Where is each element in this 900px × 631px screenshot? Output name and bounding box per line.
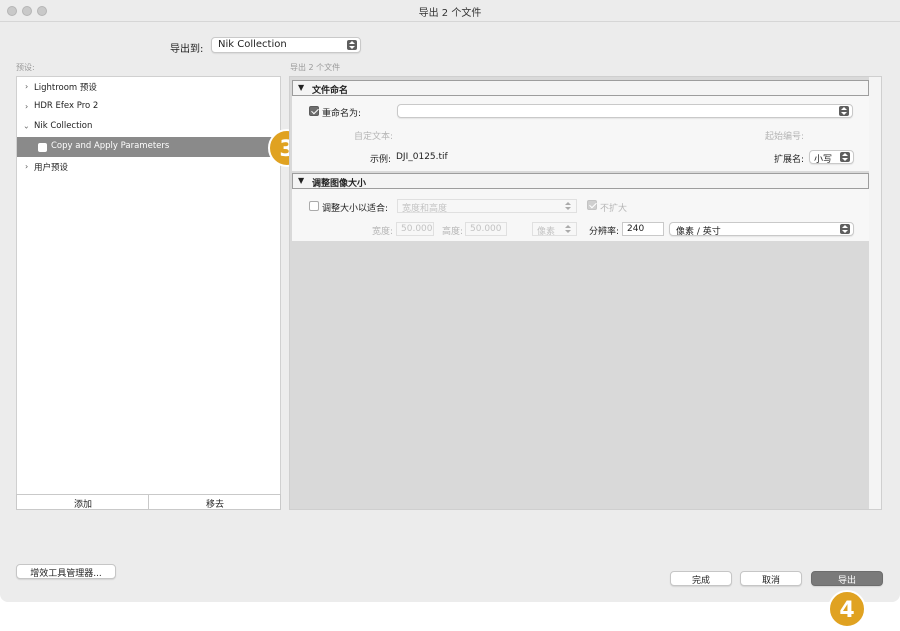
cancel-label: 取消 <box>761 576 780 586</box>
presets-header: 预设: <box>16 63 35 72</box>
cancel-button[interactable]: 取消 <box>740 571 802 586</box>
done-button[interactable]: 完成 <box>670 571 732 586</box>
resolution-value: 240 <box>627 224 645 234</box>
chevron-down-icon: › <box>22 125 32 130</box>
extension-value: 小写 <box>814 155 833 165</box>
plugin-manager-button[interactable]: 增效工具管理器... <box>16 564 116 579</box>
preset-folder-nik-collection[interactable]: › Nik Collection <box>17 117 280 137</box>
preset-item-copy-apply[interactable]: Copy and Apply Parameters <box>17 137 280 157</box>
disclosure-down-icon: ▼ <box>298 83 305 92</box>
extension-label: 扩展名: <box>774 155 805 165</box>
preset-folder-user[interactable]: › 用户预设 <box>17 157 280 177</box>
resize-fit-select[interactable]: 宽度和高度 <box>397 199 577 214</box>
preset-folder-label: 用户预设 <box>34 163 69 173</box>
export-label: 导出 <box>837 576 856 586</box>
presets-panel: › Lightroom 预设 › HDR Efex Pro 2 › Nik Co… <box>16 76 281 495</box>
stepper-icon <box>563 201 573 211</box>
example-value: DJI_0125.tif <box>396 152 448 162</box>
size-unit-value: 像素 <box>537 227 556 237</box>
file-naming-section-header[interactable]: ▼ 文件命名 <box>292 80 869 96</box>
title-bar: 导出 2 个文件 <box>0 0 900 22</box>
preset-actions: 添加 移去 <box>16 494 281 510</box>
settings-scrollbar[interactable] <box>869 77 881 509</box>
height-value: 50.000 <box>470 224 502 234</box>
done-label: 完成 <box>691 576 710 586</box>
preset-folder-lightroom[interactable]: › Lightroom 预设 <box>17 77 280 97</box>
size-unit-select[interactable]: 像素 <box>532 222 577 237</box>
height-input[interactable]: 50.000 <box>465 222 507 236</box>
width-input[interactable]: 50.000 <box>396 222 434 236</box>
export-button[interactable]: 导出 <box>811 571 883 586</box>
settings-panel: ▼ 文件命名 重命名为: 自定文本: 起始编号: 示例: DJI_0125.ti… <box>289 76 882 510</box>
extension-select[interactable]: 小写 <box>809 150 854 165</box>
start-number-label: 起始编号: <box>765 132 805 142</box>
preset-folder-label: Nik Collection <box>34 121 93 131</box>
stepper-icon <box>839 106 849 116</box>
export-to-select[interactable]: Nik Collection <box>211 37 361 53</box>
dont-enlarge-label: 不扩大 <box>600 204 628 214</box>
disclosure-down-icon: ▼ <box>298 176 305 185</box>
width-value: 50.000 <box>401 224 433 234</box>
dont-enlarge-checkbox[interactable] <box>587 200 597 210</box>
stepper-icon <box>563 224 573 234</box>
stepper-icon <box>840 152 850 162</box>
section-title: 调整图像大小 <box>312 179 367 189</box>
preset-checkbox[interactable] <box>38 143 47 152</box>
window-title: 导出 2 个文件 <box>418 8 482 19</box>
rename-template-select[interactable] <box>397 104 853 118</box>
rename-checkbox[interactable] <box>309 106 319 116</box>
rename-label: 重命名为: <box>322 109 362 119</box>
resolution-input[interactable]: 240 <box>622 222 664 236</box>
export-to-label: 导出到: <box>170 44 204 55</box>
file-naming-section: 重命名为: 自定文本: 起始编号: 示例: DJI_0125.tif 扩展名: … <box>292 96 869 171</box>
image-sizing-section-header[interactable]: ▼ 调整图像大小 <box>292 173 869 189</box>
custom-text-label: 自定文本: <box>354 132 394 142</box>
example-label: 示例: <box>370 155 392 165</box>
export-dialog: 导出 2 个文件 导出到: Nik Collection 预设: › Light… <box>0 0 900 602</box>
plugin-manager-label: 增效工具管理器... <box>30 569 102 579</box>
export-to-value: Nik Collection <box>218 39 287 50</box>
chevron-right-icon: › <box>25 102 29 111</box>
settings-header: 导出 2 个文件 <box>290 63 341 72</box>
preset-item-label: Copy and Apply Parameters <box>51 141 170 151</box>
chevron-right-icon: › <box>25 162 29 171</box>
resize-label: 调整大小以适合: <box>322 204 389 214</box>
stepper-icon <box>347 40 357 50</box>
preset-folder-hdr-efex[interactable]: › HDR Efex Pro 2 <box>17 97 280 117</box>
height-label: 高度: <box>442 227 464 237</box>
resolution-unit-value: 像素 / 英寸 <box>676 227 721 237</box>
resize-checkbox[interactable] <box>309 201 319 211</box>
section-title: 文件命名 <box>312 86 349 96</box>
add-preset-button[interactable]: 添加 <box>17 497 149 510</box>
image-sizing-section: 调整大小以适合: 宽度和高度 不扩大 宽度: 50.000 高度: 50.000… <box>292 189 869 241</box>
resize-fit-value: 宽度和高度 <box>402 204 448 214</box>
resolution-label: 分辨率: <box>589 227 620 237</box>
chevron-right-icon: › <box>25 82 29 91</box>
remove-preset-button[interactable]: 移去 <box>149 497 281 510</box>
stepper-icon <box>840 224 850 234</box>
step-4-badge: 4 <box>828 590 866 628</box>
resolution-unit-select[interactable]: 像素 / 英寸 <box>669 222 854 237</box>
preset-folder-label: Lightroom 预设 <box>34 83 97 93</box>
preset-folder-label: HDR Efex Pro 2 <box>34 101 99 111</box>
width-label: 宽度: <box>372 227 394 237</box>
